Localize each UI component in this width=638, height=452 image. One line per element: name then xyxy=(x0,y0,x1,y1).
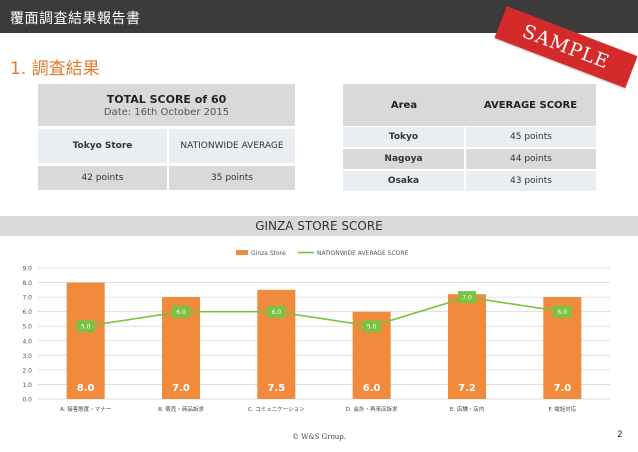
bar-value-label: 8.0 xyxy=(77,383,95,394)
bar-ginza xyxy=(66,282,105,399)
area-score-table: Area AVERAGE SCORE Tokyo 45 points Nagoy… xyxy=(343,84,596,191)
line-value-label: 6.0 xyxy=(558,309,568,316)
x-category-label: B. 販売・商品訴求 xyxy=(158,405,204,413)
area-score: 43 points xyxy=(466,171,596,191)
area-header: Area xyxy=(390,99,418,111)
area-score: 45 points xyxy=(466,127,596,147)
legend-label-nationwide: NATIONWIDE AVERAGE SCORE xyxy=(317,250,409,257)
y-tick-label: 6.0 xyxy=(22,309,32,316)
line-value-label: 6.0 xyxy=(176,309,186,316)
chart-banner: GINZA STORE SCORE xyxy=(0,216,638,236)
x-category-label: F. 電話対応 xyxy=(548,405,576,413)
tokyo-store-value: 42 points xyxy=(38,166,167,190)
table-row: Tokyo 45 points xyxy=(343,127,596,147)
table-row: Nagoya 44 points xyxy=(343,149,596,169)
nationwide-average-label: NATIONWIDE AVERAGE xyxy=(169,129,295,163)
line-value-label: 5.0 xyxy=(367,324,377,331)
y-tick-label: 3.0 xyxy=(22,353,32,360)
table-row: Osaka 43 points xyxy=(343,171,596,191)
copyright: © W&S Group. xyxy=(291,433,347,441)
score-table-values-row: 42 points 35 points xyxy=(38,166,295,190)
area-name: Nagoya xyxy=(343,149,464,169)
legend-label-ginza: Ginza Store xyxy=(251,250,286,257)
x-category-label: D. 会計・再来店訴求 xyxy=(346,405,398,413)
bar-value-label: 7.0 xyxy=(553,383,571,394)
area-table-header: Area AVERAGE SCORE xyxy=(343,84,596,126)
y-tick-label: 8.0 xyxy=(22,280,32,287)
y-tick-label: 2.0 xyxy=(22,367,32,374)
score-table-header: TOTAL SCORE of 60 Date: 16th October 201… xyxy=(38,84,295,126)
legend-swatch-ginza xyxy=(236,250,248,255)
x-category-label: A. 接客態度・マナー xyxy=(60,405,111,413)
line-value-label: 5.0 xyxy=(81,324,91,331)
area-score: 44 points xyxy=(466,149,596,169)
page-number: 2 xyxy=(617,430,623,440)
document-title: 覆面調査結果報告書 xyxy=(10,11,141,27)
y-tick-label: 0.0 xyxy=(22,397,32,404)
bar-value-label: 7.0 xyxy=(172,383,190,394)
section-title: 1. 調査結果 xyxy=(10,59,100,79)
line-value-label: 6.0 xyxy=(272,309,282,316)
line-value-label: 7.0 xyxy=(462,295,472,302)
y-tick-label: 5.0 xyxy=(22,324,32,331)
bar-value-label: 7.2 xyxy=(458,383,476,394)
score-table-date: Date: 16th October 2015 xyxy=(103,107,230,118)
nationwide-average-value: 35 points xyxy=(169,166,295,190)
bar-value-label: 7.5 xyxy=(267,383,285,394)
area-name: Tokyo xyxy=(343,127,464,147)
tokyo-store-label: Tokyo Store xyxy=(38,129,167,163)
area-name: Osaka xyxy=(343,171,464,191)
y-tick-label: 1.0 xyxy=(22,382,32,389)
y-tick-label: 4.0 xyxy=(22,338,32,345)
average-score-header: AVERAGE SCORE xyxy=(483,99,578,111)
ginza-score-chart: 0.0 1.0 2.0 3.0 4.0 5.0 6.0 7.0 8.0 9.0 Ginza Stor… xyxy=(22,250,610,413)
score-table-title: TOTAL SCORE of 60 xyxy=(106,93,227,106)
y-tick-label: 9.0 xyxy=(22,266,32,273)
x-category-label: E. 店舗・店内 xyxy=(450,405,484,413)
total-score-table: TOTAL SCORE of 60 Date: 16th October 201… xyxy=(38,84,295,190)
x-category-label: C. コミュニケーション xyxy=(248,406,305,413)
score-table-labels-row: Tokyo Store NATIONWIDE AVERAGE xyxy=(38,129,295,163)
bar-value-label: 6.0 xyxy=(363,383,381,394)
y-tick-label: 7.0 xyxy=(22,295,32,302)
